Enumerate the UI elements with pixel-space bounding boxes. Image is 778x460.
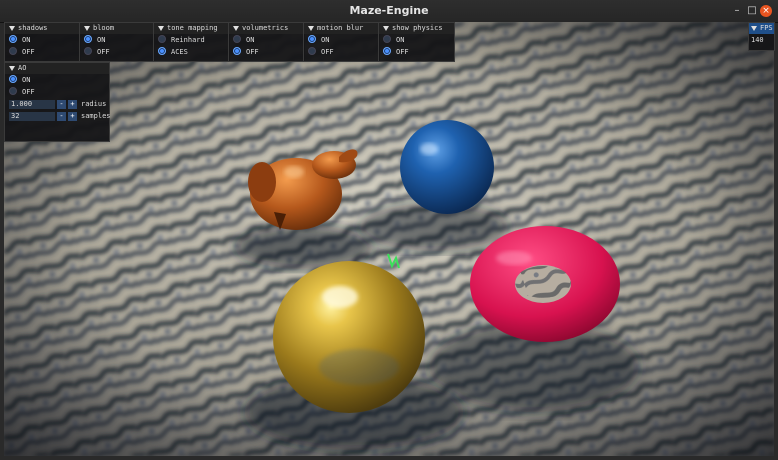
radio-selected-icon [308,35,316,43]
panel-title: volumetrics [242,24,289,32]
option-label: OFF [97,48,110,56]
shadows-option-off[interactable]: OFF [5,46,80,58]
collapse-triangle-icon [158,25,164,31]
ao-radius-label: radius [81,100,107,108]
ao-panel: AO ON OFF 1.000- + radius 32- + samples [4,62,111,142]
bloom-option-on[interactable]: ON [80,34,154,46]
radio-icon [84,47,92,55]
ao-radius-increment-button[interactable]: + [68,99,77,109]
volumetrics-option-on[interactable]: ON [229,34,304,46]
option-label: OFF [396,48,409,56]
panel-title: shadows [18,24,48,32]
option-label: ACES [171,48,188,56]
ao-radius-decrement-button[interactable]: - [57,99,66,109]
bloom-panel-header[interactable]: bloom [80,23,154,34]
window-title: Maze-Engine [349,4,429,17]
panel-title: AO [18,64,27,72]
blue-sphere-highlight [420,143,438,155]
scene-render [4,22,774,456]
tone-mapping-option-aces[interactable]: ACES [154,46,229,58]
volumetrics-panel-header[interactable]: volumetrics [229,23,304,34]
option-label: OFF [22,88,35,96]
panel-title: motion blur [317,24,364,32]
ao-samples-label: samples [81,112,111,120]
option-label: ON [22,36,31,44]
radio-selected-icon [158,47,166,55]
render-viewport[interactable] [4,22,774,456]
radio-selected-icon [9,35,17,43]
fps-panel-header[interactable]: FPS [749,23,774,34]
bloom-option-off[interactable]: OFF [80,46,154,58]
ao-option-off[interactable]: OFF [5,86,109,98]
collapse-triangle-icon [751,25,757,31]
show-physics-option-off[interactable]: OFF [379,46,454,58]
radio-icon [308,47,316,55]
panel-title: show physics [392,24,443,32]
fps-value: 140 [751,36,764,44]
maximize-button[interactable]: □ [746,5,758,17]
blue-sphere [400,120,494,214]
ao-samples-increment-button[interactable]: + [68,111,77,121]
ao-samples-input[interactable]: 32 [9,111,55,121]
gold-sphere-reflection [319,349,399,385]
option-label: OFF [246,48,259,56]
collapse-triangle-icon [84,25,90,31]
close-button[interactable]: × [760,5,772,17]
gold-sphere [273,261,425,413]
fps-panel: FPS 140 [748,22,775,51]
ao-option-on[interactable]: ON [5,74,109,86]
tone-mapping-panel: tone mapping Reinhard ACES [153,22,230,62]
motion-blur-option-on[interactable]: ON [304,34,379,46]
option-label: ON [396,36,405,44]
option-label: Reinhard [171,36,205,44]
ao-samples-decrement-button[interactable]: - [57,111,66,121]
collapse-triangle-icon [383,25,389,31]
option-label: ON [321,36,330,44]
gold-sphere-highlight [322,286,358,308]
panel-title: tone mapping [167,24,218,32]
volumetrics-option-off[interactable]: OFF [229,46,304,58]
radio-icon [9,87,17,95]
collapse-triangle-icon [9,25,15,31]
ao-samples-row: 32- + samples [5,110,111,122]
tone-mapping-option-reinhard[interactable]: Reinhard [154,34,229,46]
pink-torus [470,226,620,342]
show-physics-option-on[interactable]: ON [379,34,454,46]
option-label: ON [246,36,255,44]
shadows-panel: shadows ON OFF [4,22,81,62]
shadows-panel-header[interactable]: shadows [5,23,80,34]
show-physics-panel-header[interactable]: show physics [379,23,454,34]
app-window: Maze-Engine – □ × shadows ON OFF bloom O… [0,0,778,460]
panel-title: bloom [93,24,115,32]
radio-icon [383,35,391,43]
panel-title: FPS [760,24,773,32]
radio-icon [158,35,166,43]
collapse-triangle-icon [233,25,239,31]
radio-icon [233,35,241,43]
ao-panel-header[interactable]: AO [5,63,109,74]
motion-blur-panel: motion blur ON OFF [303,22,380,62]
option-label: ON [97,36,106,44]
ao-radius-input[interactable]: 1.000 [9,99,55,109]
radio-icon [9,47,17,55]
ao-radius-row: 1.000- + radius [5,98,109,110]
radio-selected-icon [383,47,391,55]
title-bar: Maze-Engine – □ × [0,0,778,23]
volumetrics-panel: volumetrics ON OFF [228,22,305,62]
radio-selected-icon [9,75,17,83]
minimize-button[interactable]: – [731,5,743,17]
collapse-triangle-icon [308,25,314,31]
show-physics-panel: show physics ON OFF [378,22,455,62]
tone-mapping-panel-header[interactable]: tone mapping [154,23,229,34]
shadows-option-on[interactable]: ON [5,34,80,46]
option-label: OFF [321,48,334,56]
bloom-panel: bloom ON OFF [79,22,155,62]
option-label: ON [22,76,31,84]
motion-blur-option-off[interactable]: OFF [304,46,379,58]
option-label: OFF [22,48,35,56]
collapse-triangle-icon [9,65,15,71]
radio-selected-icon [84,35,92,43]
motion-blur-panel-header[interactable]: motion blur [304,23,379,34]
radio-selected-icon [233,47,241,55]
